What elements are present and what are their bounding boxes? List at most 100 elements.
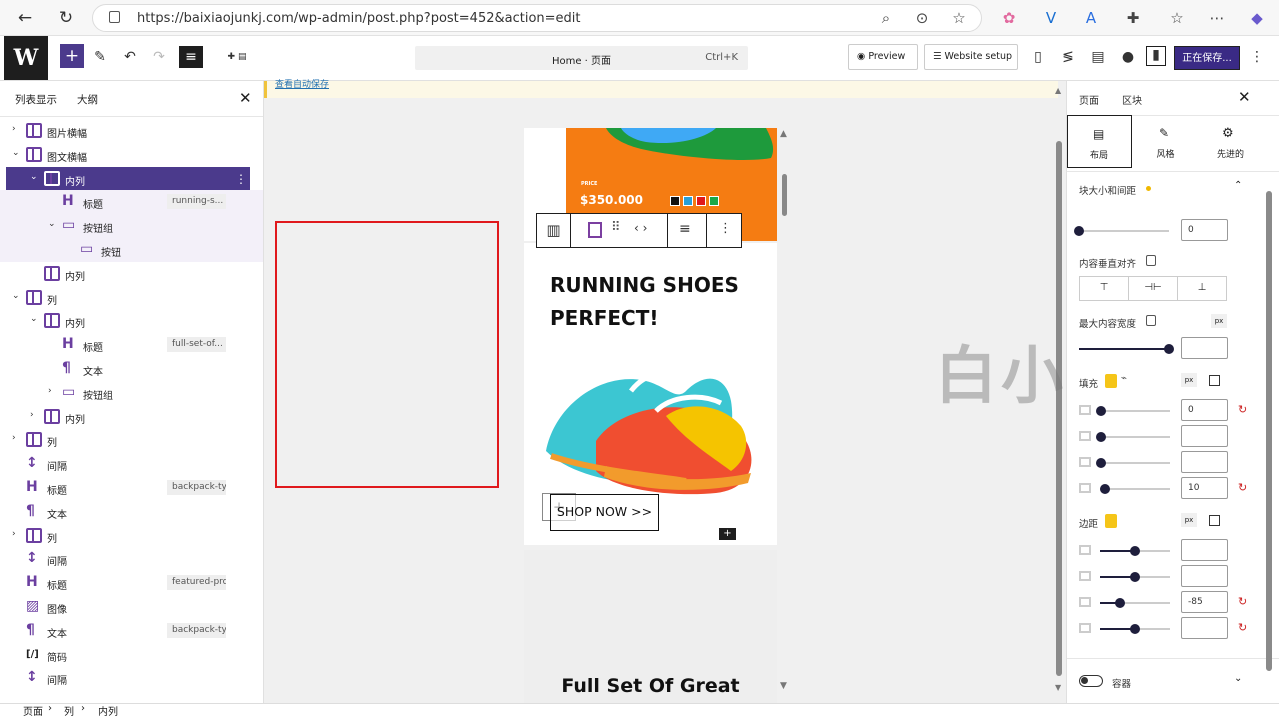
color-swatch-red[interactable] [696, 196, 706, 206]
padding-linked-badge[interactable] [1105, 374, 1117, 388]
margin-slider-knob[interactable] [1115, 598, 1125, 608]
chevron-down-icon[interactable]: ⌄ [30, 314, 38, 324]
autosave-link[interactable]: 查看自动保存 [275, 77, 329, 90]
margin-input[interactable] [1181, 539, 1228, 561]
preview-button[interactable]: ◉ Preview [848, 44, 918, 70]
add-block-icon[interactable]: + [719, 528, 736, 540]
list-item[interactable]: ¶ 文本 [0, 357, 263, 381]
crumb-column[interactable]: 列 [64, 703, 74, 718]
outer-scroll-up-icon[interactable]: ▲ [1055, 86, 1061, 95]
max-width-knob[interactable] [1164, 344, 1174, 354]
shop-now-button[interactable]: SHOP NOW >> [550, 494, 659, 531]
tab-outline[interactable]: 大纲 [77, 92, 98, 107]
chevron-right-icon[interactable]: › [12, 529, 16, 539]
extension-v-icon[interactable]: V [1040, 7, 1062, 29]
tools-icon[interactable]: ✚ ▤ [213, 46, 261, 68]
margin-input[interactable]: -85 [1181, 591, 1228, 613]
max-width-input[interactable] [1181, 337, 1228, 359]
tab-advanced[interactable]: ⚙ 先进的 [1198, 115, 1263, 168]
list-item[interactable]: H 标题 full-set-of... [0, 333, 263, 357]
add-block-button[interactable]: + [60, 44, 84, 68]
tab-style[interactable]: ✎ 风格 [1133, 115, 1198, 168]
item-options-icon[interactable]: ⋮ [235, 172, 247, 186]
color-swatch-black[interactable] [670, 196, 680, 206]
list-item[interactable]: ↕ 间隔 [0, 666, 263, 690]
chevron-right-icon[interactable]: › [30, 410, 34, 420]
chevron-right-icon[interactable]: › [48, 386, 52, 396]
options-icon[interactable]: ⋮ [1246, 46, 1268, 68]
link-icon[interactable]: ⌁ [1121, 373, 1127, 384]
more-icon[interactable]: ⋯ [1206, 7, 1228, 29]
padding-slider-knob[interactable] [1096, 458, 1106, 468]
size-slider-knob[interactable] [1074, 226, 1084, 236]
chevron-right-icon[interactable]: › [12, 433, 16, 443]
tab-block[interactable]: 区块 [1122, 92, 1142, 107]
size-input[interactable]: 0 [1181, 219, 1228, 241]
panel-scrollbar[interactable] [1266, 191, 1272, 671]
align-bottom-icon[interactable]: ⊥ [1178, 277, 1226, 300]
favorites-icon[interactable]: ☆ [1166, 7, 1188, 29]
list-item[interactable]: ▭ 按钮 [0, 238, 263, 262]
max-width-track[interactable] [1079, 348, 1169, 350]
translate-icon[interactable]: A [1080, 7, 1102, 29]
website-setup-button[interactable]: ☰ Website setup [924, 44, 1018, 70]
align-middle-icon[interactable]: ⊣⊢ [1129, 277, 1178, 300]
save-button[interactable]: 正在保存... [1174, 46, 1240, 70]
chevron-right-icon[interactable]: › [12, 124, 16, 134]
reset-icon[interactable]: ↻ [1238, 595, 1247, 608]
tab-list-view[interactable]: 列表显示 [15, 92, 57, 107]
tab-page[interactable]: 页面 [1079, 92, 1099, 107]
chevron-down-icon[interactable]: ⌄ [48, 219, 56, 229]
banner-heading[interactable]: RUNNING SHOES PERFECT! [550, 269, 750, 335]
unlink-toggle-icon[interactable] [1209, 375, 1220, 386]
outer-scroll-down-icon[interactable]: ▼ [1055, 683, 1061, 692]
padding-slider-track[interactable] [1100, 488, 1170, 490]
list-item[interactable]: ⌄ ▭ 按钮组 [0, 214, 263, 238]
list-item[interactable]: › 列 [0, 428, 263, 452]
padding-input[interactable]: 10 [1181, 477, 1228, 499]
padding-slider-track[interactable] [1100, 462, 1170, 464]
margin-slider-knob[interactable] [1130, 572, 1140, 582]
block-options-icon[interactable]: ⋮ [719, 221, 732, 236]
scroll-up-icon[interactable]: ▲ [780, 129, 787, 139]
list-item[interactable]: ↕ 间隔 [0, 547, 263, 571]
zoom-icon[interactable]: ⌕ [875, 7, 897, 29]
refresh-icon[interactable]: ↻ [55, 7, 77, 29]
margin-slider-knob[interactable] [1130, 624, 1140, 634]
move-arrows-icon[interactable]: ‹ › [634, 221, 647, 235]
list-item[interactable]: › 内列 [0, 405, 263, 429]
settings-panel-icon[interactable]: ▮ [1146, 46, 1166, 66]
url-text[interactable]: https://baixiaojunkj.com/wp-admin/post.p… [137, 11, 581, 26]
list-item[interactable]: ¶ 文本 backpack-ty... [0, 619, 263, 643]
align-icon[interactable]: ≡ [679, 221, 691, 237]
list-item[interactable]: ⌄ 图文横幅 [0, 143, 263, 167]
margin-input[interactable] [1181, 617, 1228, 639]
list-item[interactable]: ⌄ 内列 ⋮ [6, 166, 250, 191]
reset-icon[interactable]: ↻ [1238, 481, 1247, 494]
padding-slider-track[interactable] [1100, 410, 1170, 412]
padding-slider-track[interactable] [1100, 436, 1170, 438]
padding-slider-knob[interactable] [1096, 432, 1106, 442]
page-icon[interactable]: ▤ [1087, 46, 1109, 68]
scroll-down-icon[interactable]: ▼ [780, 681, 787, 691]
align-top-icon[interactable]: ⊤ [1080, 277, 1129, 300]
drag-handle-icon[interactable]: ⠿ [611, 220, 621, 235]
list-item[interactable]: ⌄ 内列 [0, 309, 263, 333]
margin-slider-knob[interactable] [1130, 546, 1140, 556]
chevron-down-icon[interactable]: ⌄ [1234, 673, 1242, 684]
style-icon[interactable]: ≶ [1057, 46, 1079, 68]
list-item[interactable]: › 列 [0, 524, 263, 548]
padding-slider-knob[interactable] [1096, 406, 1106, 416]
chevron-down-icon[interactable]: ⌄ [12, 291, 20, 301]
copilot-icon[interactable]: ◆ [1246, 7, 1268, 29]
padding-slider-knob[interactable] [1100, 484, 1110, 494]
address-bar[interactable]: https://baixiaojunkj.com/wp-admin/post.p… [92, 4, 982, 32]
star-icon[interactable]: ☆ [948, 7, 970, 29]
wordpress-logo-icon[interactable]: W [4, 36, 48, 80]
extension-flower-icon[interactable]: ✿ [998, 7, 1020, 29]
list-item[interactable]: H 标题 running-s... [0, 190, 263, 215]
chevron-up-icon[interactable]: ⌃ [1234, 180, 1242, 191]
list-item[interactable]: ⌄ 列 [0, 286, 263, 310]
extension-icon[interactable]: ✚ [1122, 7, 1144, 29]
list-item[interactable]: ↕ 间隔 [0, 452, 263, 476]
